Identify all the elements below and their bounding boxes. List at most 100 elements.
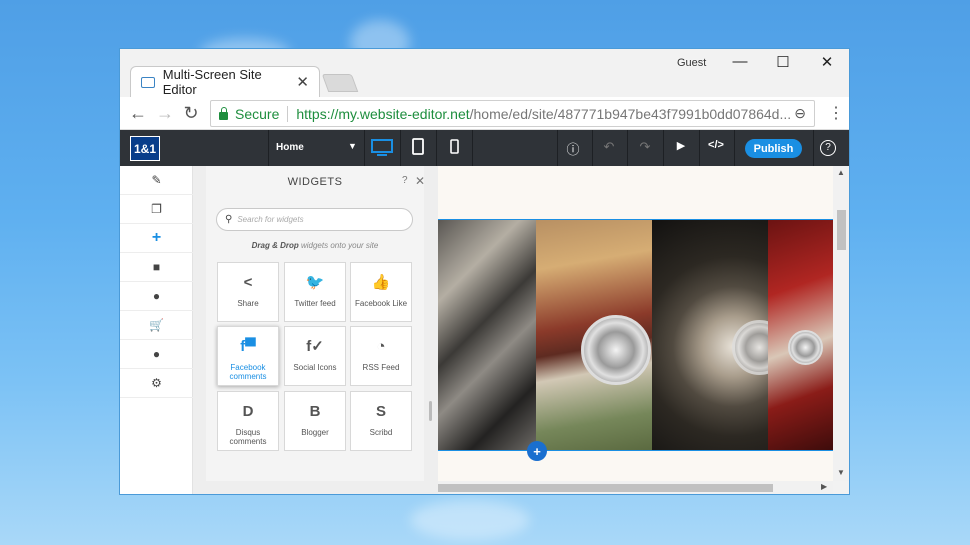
profile-label[interactable]: Guest — [677, 57, 706, 69]
rail-item-folder[interactable]: ■ — [120, 253, 193, 282]
toolbar-divider — [734, 130, 735, 166]
widget-search-input[interactable]: ⚲ Search for widgets — [216, 208, 413, 231]
search-icon: ⚲ — [225, 214, 233, 225]
widget-blogger[interactable]: B Blogger — [284, 391, 346, 451]
url-host: https://my.website-editor.net — [296, 105, 470, 122]
reload-icon[interactable]: ↻ — [181, 103, 201, 124]
url-path: /home/ed/site/487771b947be43f7991b0dd078… — [469, 105, 792, 122]
toolbar-divider — [663, 130, 664, 166]
rail-item-store[interactable]: 🛒 — [120, 311, 193, 340]
toolbar-divider — [699, 130, 700, 166]
toolbar-divider — [813, 130, 814, 166]
car-photo — [768, 220, 833, 450]
browser-tab[interactable]: Multi-Screen Site Editor ✕ — [130, 66, 320, 97]
design-icon: ✎ — [151, 173, 162, 187]
info-icon[interactable]: ⓘ — [563, 139, 583, 158]
browser-window: Multi-Screen Site Editor ✕ Guest — ☐ ✕ ←… — [119, 48, 850, 495]
publish-button[interactable]: Publish — [745, 139, 802, 158]
canvas-horizontal-scrollbar[interactable]: ▶ — [438, 481, 833, 494]
scroll-up-icon[interactable]: ▲ — [837, 168, 845, 177]
desktop-view-icon[interactable] — [371, 138, 393, 156]
url-input[interactable]: Secure https://my.website-editor.net /ho… — [210, 100, 815, 127]
widgets-panel-title: WIDGETS — [287, 176, 343, 188]
toolbar-divider — [557, 130, 558, 166]
canvas-vertical-scrollbar[interactable]: ▲ ▼ — [833, 166, 849, 481]
widget-rss-feed[interactable]: ◔ RSS Feed — [350, 326, 412, 386]
widget-scribd[interactable]: S Scribd — [350, 391, 412, 451]
tab-title: Multi-Screen Site Editor — [162, 67, 262, 97]
scribd-icon: S — [375, 403, 386, 420]
brand-logo: 1&1 — [130, 136, 160, 161]
scroll-down-icon[interactable]: ▼ — [837, 468, 845, 477]
editor-toolbar: 1&1 Home ▼ ⓘ ↶ ↷ ▶ </> Publish ? — [120, 130, 849, 166]
widget-label: Facebook Like — [354, 299, 408, 308]
site-canvas[interactable]: + — [438, 166, 833, 481]
toolbar-divider — [364, 130, 365, 166]
toolbar-divider — [592, 130, 593, 166]
toolbar-divider — [627, 130, 628, 166]
add-section-button[interactable]: + — [527, 441, 547, 461]
panel-help-icon[interactable]: ? — [402, 175, 408, 186]
widget-label: Scribd — [369, 428, 393, 437]
widget-share[interactable]: < Share — [217, 262, 279, 322]
drag-drop-hint: Drag & Drop widgets onto your site — [206, 241, 424, 250]
preview-play-icon[interactable]: ▶ — [671, 139, 691, 152]
blogger-icon: B — [309, 403, 321, 420]
panel-scrollbar[interactable] — [429, 401, 432, 421]
scroll-thumb[interactable] — [837, 210, 846, 250]
hero-image-strip[interactable] — [438, 219, 833, 451]
panel-close-icon[interactable]: ✕ — [415, 174, 425, 188]
rail-item-pages[interactable]: ❐ — [120, 195, 193, 224]
tab-close-icon[interactable]: ✕ — [296, 73, 309, 91]
disqus-icon: D — [242, 403, 254, 420]
rail-item-user[interactable]: ● — [120, 282, 193, 311]
new-tab-button[interactable] — [321, 74, 359, 92]
scroll-right-icon[interactable]: ▶ — [821, 482, 827, 491]
wheel-shape — [581, 315, 651, 385]
code-icon[interactable]: </> — [706, 139, 726, 151]
widget-label: Twitter feed — [294, 299, 336, 308]
widget-disqus-comments[interactable]: D Disqus comments — [217, 391, 279, 451]
browser-menu-icon[interactable]: ⋮ — [828, 103, 844, 123]
background-blossom — [410, 500, 530, 540]
rail-item-settings[interactable]: ⚙ — [120, 369, 193, 398]
secure-label: Secure — [235, 105, 280, 122]
tablet-view-icon[interactable] — [412, 138, 424, 156]
widget-label: Facebook comments — [229, 363, 267, 381]
widget-twitter-feed[interactable]: 🐦 Twitter feed — [284, 262, 346, 322]
gauge-shape — [732, 320, 768, 375]
redo-icon[interactable]: ↷ — [635, 139, 655, 155]
rail-item-comments[interactable]: ● — [120, 340, 193, 369]
close-window-icon[interactable]: ✕ — [812, 53, 842, 71]
scroll-thumb[interactable] — [438, 484, 773, 492]
site-editor-favicon-icon — [141, 76, 155, 88]
widget-label: Share — [237, 299, 259, 308]
widgets-panel-body: WIDGETS ? ✕ ⚲ Search for widgets Drag & … — [206, 166, 425, 481]
car-photo — [536, 220, 652, 450]
mobile-view-icon[interactable] — [450, 138, 459, 156]
toolbar-divider — [268, 130, 269, 166]
back-icon[interactable]: ← — [128, 103, 148, 124]
forward-icon[interactable]: → — [155, 103, 175, 124]
comment-icon: ● — [152, 347, 161, 361]
share-icon: < — [243, 274, 253, 291]
widget-label: Blogger — [301, 428, 329, 437]
help-icon[interactable]: ? — [820, 140, 836, 156]
thumbs-up-icon: 👍 — [371, 274, 391, 291]
rail-item-design[interactable]: ✎ — [120, 166, 193, 195]
minimize-icon[interactable]: — — [725, 53, 755, 70]
hint-text: widgets onto your site — [298, 241, 379, 250]
pages-icon: ❐ — [151, 202, 162, 216]
maximize-icon[interactable]: ☐ — [768, 53, 798, 71]
car-photo — [652, 220, 768, 450]
toolbar-divider — [436, 130, 437, 166]
headlight-shape — [788, 330, 823, 365]
widget-social-icons[interactable]: f✓ Social Icons — [284, 326, 346, 386]
widget-facebook-comments[interactable]: f▀ Facebook comments — [217, 326, 279, 386]
zoom-icon[interactable]: ⊖ — [794, 105, 806, 122]
rail-item-add-widgets[interactable]: + — [120, 224, 193, 253]
undo-icon[interactable]: ↶ — [599, 139, 619, 155]
widget-facebook-like[interactable]: 👍 Facebook Like — [350, 262, 412, 322]
page-selector[interactable]: Home — [276, 142, 304, 153]
chevron-down-icon[interactable]: ▼ — [348, 141, 357, 151]
